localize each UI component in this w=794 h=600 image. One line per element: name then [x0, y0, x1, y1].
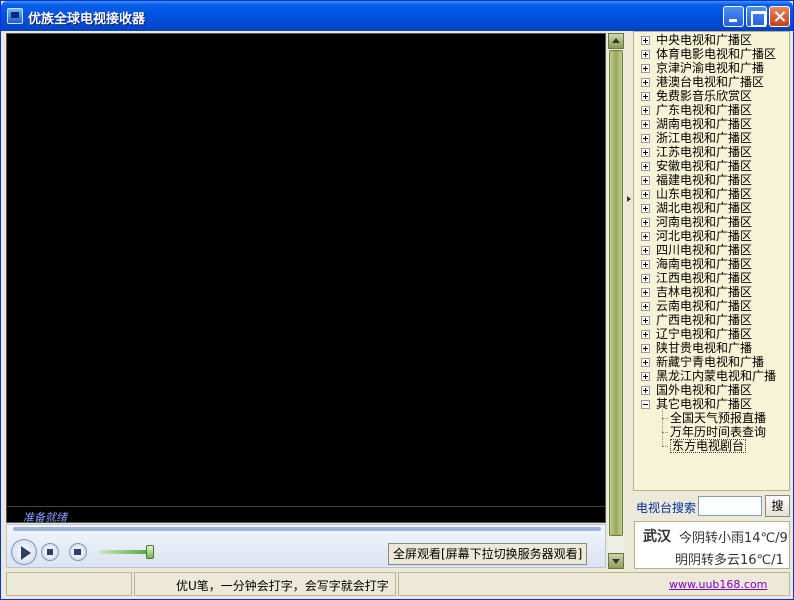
website-link[interactable]: www.uub168.com [669, 578, 767, 591]
weather-city: 武汉 [643, 529, 671, 545]
ad-text: 优U笔，一分钟会打字，会写字就会打字 [176, 579, 389, 593]
scroll-up-button[interactable] [608, 33, 624, 49]
tree-group-label: 湖北电视和广播区 [656, 201, 753, 215]
tree-group-label: 河北电视和广播区 [656, 229, 753, 243]
video-display[interactable]: 准备就绪 [6, 33, 606, 524]
expand-icon[interactable] [641, 176, 650, 185]
expand-icon[interactable] [641, 344, 650, 353]
tree-group-label: 国外电视和广播区 [656, 383, 753, 397]
tree-group-label: 港澳台电视和广播区 [656, 75, 765, 89]
collapse-icon[interactable] [641, 400, 650, 409]
close-button[interactable] [769, 6, 790, 27]
splitter-arrow-icon[interactable] [627, 196, 631, 202]
weather-panel: 武汉 今阴转小雨14℃/9 明阴转多云16℃/1 [634, 521, 790, 569]
play-button[interactable] [11, 539, 37, 565]
tree-group-label: 京津沪渝电视和广播 [656, 61, 765, 75]
expand-icon[interactable] [641, 246, 650, 255]
tree-connector [662, 409, 663, 446]
tree-group-label: 中央电视和广播区 [656, 33, 753, 47]
weather-tomorrow: 明阴转多云16℃/1 [675, 553, 784, 568]
window-title: 优族全球电视接收器 [28, 12, 146, 27]
tree-channel-label: 东方电视剧台 [670, 439, 747, 453]
tree-group-label: 其它电视和广播区 [656, 397, 753, 411]
expand-icon[interactable] [641, 358, 650, 367]
expand-icon[interactable] [641, 120, 650, 129]
tree-group-label: 海南电视和广播区 [656, 257, 753, 271]
search-label: 电视台搜索 [636, 501, 697, 515]
expand-icon[interactable] [641, 106, 650, 115]
search-button[interactable]: 搜 [765, 495, 790, 517]
expand-icon[interactable] [641, 260, 650, 269]
tree-channel-label: 万年历时间表查询 [670, 425, 767, 439]
tree-channel-label: 全国天气预报直播 [670, 411, 767, 425]
tree-group-label: 新藏宁青电视和广播 [656, 355, 765, 369]
weather-today: 今阴转小雨14℃/9 [679, 531, 788, 546]
tree-group-label: 黑龙江内蒙电视和广播 [656, 369, 777, 383]
expand-icon[interactable] [641, 288, 650, 297]
tree-group-label: 河南电视和广播区 [656, 215, 753, 229]
app-window: 优族全球电视接收器 准备就绪 全屏观看[屏幕下拉切换服务器观看] 中央电视和广播… [0, 0, 794, 600]
tree-connector [662, 418, 668, 419]
expand-icon[interactable] [641, 50, 650, 59]
tree-group-label: 体育电影电视和广播区 [656, 47, 777, 61]
tree-group-label: 江苏电视和广播区 [656, 145, 753, 159]
expand-icon[interactable] [641, 372, 650, 381]
status-panel-left [6, 572, 132, 596]
expand-icon[interactable] [641, 134, 650, 143]
video-scrollbar[interactable] [608, 33, 624, 569]
tree-group-label: 安徽电视和广播区 [656, 159, 753, 173]
tree-group-label: 广西电视和广播区 [656, 313, 753, 327]
expand-icon[interactable] [641, 64, 650, 73]
tree-group-label: 浙江电视和广播区 [656, 131, 753, 145]
volume-knob[interactable] [146, 545, 155, 559]
tree-group-label: 江西电视和广播区 [656, 271, 753, 285]
tree-group-label: 免费影音乐欣赏区 [656, 89, 753, 103]
seek-bar[interactable] [13, 527, 601, 531]
tree-connector [662, 432, 668, 433]
tree-group-label: 广东电视和广播区 [656, 103, 753, 117]
expand-icon[interactable] [641, 218, 650, 227]
expand-icon[interactable] [641, 78, 650, 87]
expand-icon[interactable] [641, 204, 650, 213]
expand-icon[interactable] [641, 190, 650, 199]
tree-group-label: 四川电视和广播区 [656, 243, 753, 257]
expand-icon[interactable] [641, 386, 650, 395]
tree-group-label: 陕甘贵电视和广播 [656, 341, 753, 355]
expand-icon[interactable] [641, 162, 650, 171]
status-bar: 优U笔，一分钟会打字，会写字就会打字 www.uub168.com [4, 572, 790, 596]
tv-app-icon [7, 8, 23, 24]
expand-icon[interactable] [641, 232, 650, 241]
channel-tree: 中央电视和广播区 体育电影电视和广播区 京津沪渝电视和广播 港澳台电视和广播区 免费影音… [633, 31, 790, 491]
player-controls: 全屏观看[屏幕下拉切换服务器观看] [6, 524, 606, 568]
expand-icon[interactable] [641, 92, 650, 101]
volume-slider[interactable] [99, 545, 155, 559]
maximize-button[interactable] [746, 6, 767, 27]
player-status: 准备就绪 [23, 511, 67, 524]
volume-icon[interactable] [69, 543, 87, 561]
status-divider [7, 506, 605, 507]
expand-icon[interactable] [641, 36, 650, 45]
tree-group-label: 湖南电视和广播区 [656, 117, 753, 131]
tree-group-label: 山东电视和广播区 [656, 187, 753, 201]
expand-icon[interactable] [641, 302, 650, 311]
expand-icon[interactable] [641, 274, 650, 283]
fullscreen-hint[interactable]: 全屏观看[屏幕下拉切换服务器观看] [388, 543, 588, 565]
tree-connector [662, 446, 668, 447]
search-input[interactable] [698, 496, 762, 516]
tree-group-label: 云南电视和广播区 [656, 299, 753, 313]
client-area: 准备就绪 全屏观看[屏幕下拉切换服务器观看] 中央电视和广播区 体育电影电视和广播… [4, 31, 790, 597]
title-bar[interactable]: 优族全球电视接收器 [1, 1, 793, 31]
scroll-thumb[interactable] [609, 50, 623, 536]
minimize-button[interactable] [723, 6, 744, 27]
volume-fill [99, 550, 151, 554]
stop-button[interactable] [41, 543, 59, 561]
expand-icon[interactable] [641, 316, 650, 325]
expand-icon[interactable] [641, 330, 650, 339]
expand-icon[interactable] [641, 148, 650, 157]
tree-group-label: 福建电视和广播区 [656, 173, 753, 187]
scroll-down-button[interactable] [608, 553, 624, 569]
tree-group-label: 辽宁电视和广播区 [656, 327, 753, 341]
tree-group-label: 吉林电视和广播区 [656, 285, 753, 299]
